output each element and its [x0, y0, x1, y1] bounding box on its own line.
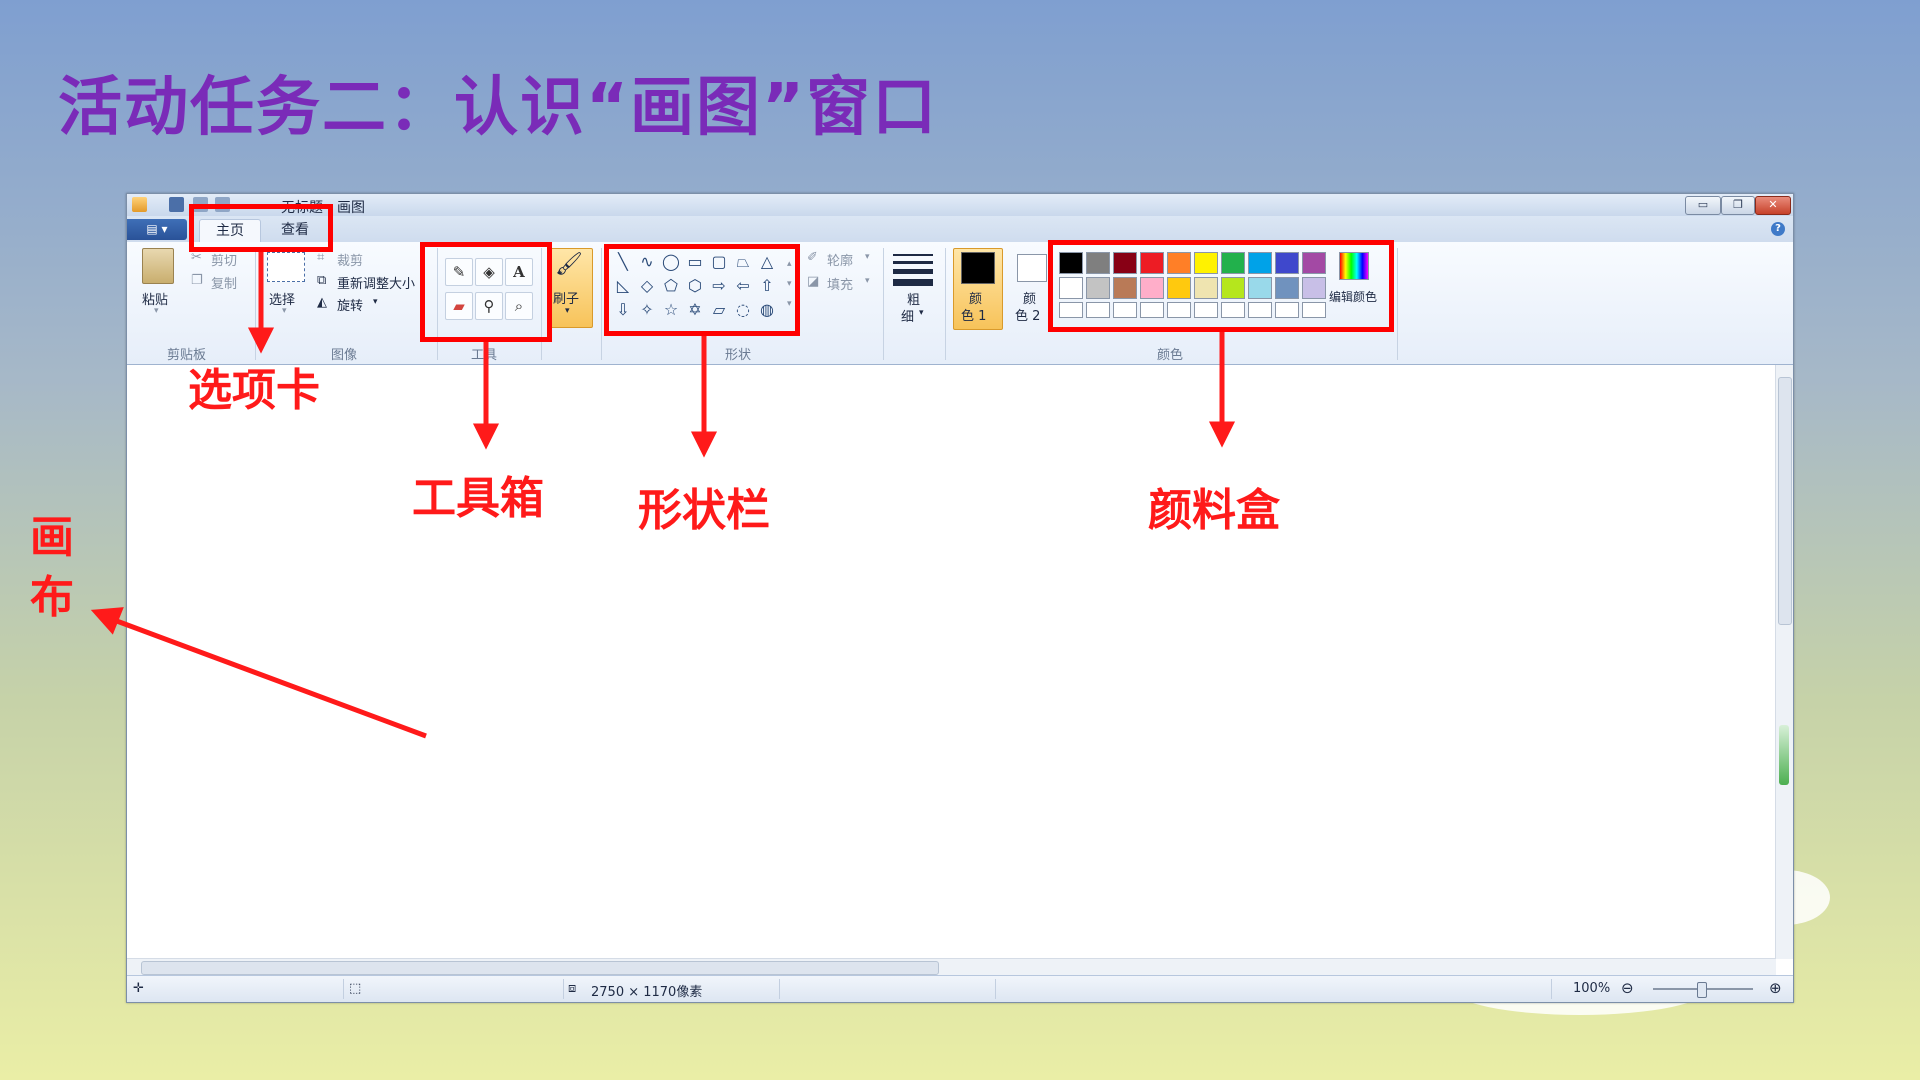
paint-window: 无标题 - 画图 ▭ ❐ ✕ ▤ ▾ 主页 查看 ? 粘贴 ▾ ✂ 剪切 ❐ 复…	[126, 193, 1794, 1003]
annotation-toolbox: 工具箱	[412, 473, 544, 524]
save-icon[interactable]	[169, 197, 184, 212]
canvas-size-icon: ⧈	[568, 981, 577, 996]
status-divider	[1551, 979, 1552, 999]
close-button[interactable]: ✕	[1755, 196, 1791, 215]
drawing-canvas[interactable]	[127, 365, 1793, 976]
copy-icon: ❐	[191, 273, 203, 288]
color1-label-line2: 色 1	[961, 309, 987, 324]
color2-label-line2: 色 2	[1015, 309, 1041, 324]
help-icon[interactable]: ?	[1771, 222, 1785, 236]
select-dropdown-icon[interactable]: ▾	[282, 306, 287, 316]
file-menu-button[interactable]: ▤ ▾	[127, 219, 187, 240]
restore-button[interactable]: ❐	[1721, 196, 1755, 215]
crop-icon: ⌗	[317, 250, 325, 265]
horizontal-scrollbar[interactable]	[127, 958, 1776, 976]
status-divider	[995, 979, 996, 999]
color1-swatch	[961, 252, 995, 284]
annotation-palette: 颜料盒	[1148, 485, 1280, 536]
paste-dropdown-icon[interactable]: ▾	[154, 306, 159, 316]
minimize-button[interactable]: ▭	[1685, 196, 1721, 215]
slide-title: 活动任务二：认识“画图”窗口	[58, 71, 939, 145]
group-separator	[1397, 248, 1398, 360]
size-label-line2: 细	[901, 310, 915, 325]
group-separator	[945, 248, 946, 360]
brushes-label: 刷子	[553, 292, 580, 307]
cut-button[interactable]: 剪切	[211, 250, 237, 269]
shapes-group-label: 形状	[725, 348, 752, 363]
crop-button[interactable]: 裁剪	[337, 250, 363, 269]
rotate-icon: ◭	[317, 295, 327, 310]
fill-icon: ◪	[807, 274, 820, 289]
fill-dropdown-icon[interactable]: ▾	[865, 276, 870, 286]
status-bar: ✛ ⬚ ⧈ 2750 × 1170像素 100% ⊖ ⊕	[127, 975, 1793, 1002]
group-separator	[255, 248, 256, 360]
zoom-slider-thumb[interactable]	[1697, 982, 1707, 998]
vertical-scrollbar[interactable]	[1775, 365, 1793, 959]
size-lines-icon	[893, 254, 933, 286]
brush-icon: 🖌	[555, 252, 583, 277]
canvas-dimensions: 2750 × 1170像素	[591, 985, 703, 1000]
shapes-highlight-box	[604, 244, 800, 336]
ribbon: 粘贴 ▾ ✂ 剪切 ❐ 复制 剪贴板 选择 ▾ ⌗ 裁剪 ⧉ 重新调整大小 ◭ …	[127, 242, 1793, 365]
status-divider	[343, 979, 344, 999]
zoom-slider-accent	[1779, 725, 1789, 785]
title-bar: 无标题 - 画图 ▭ ❐ ✕	[127, 194, 1793, 217]
paint-app-icon	[132, 197, 147, 212]
selection-size-icon: ⬚	[349, 981, 362, 996]
annotation-tabs: 选项卡	[188, 365, 320, 416]
color2-swatch[interactable]	[1017, 254, 1047, 282]
rotate-button[interactable]: 旋转	[337, 295, 363, 314]
annotation-canvas: 画布	[30, 512, 74, 623]
cursor-position-icon: ✛	[133, 981, 144, 996]
outline-icon: ✐	[807, 250, 818, 265]
size-dropdown-icon[interactable]: ▾	[919, 308, 924, 318]
tools-group-label: 工具	[471, 348, 498, 363]
status-divider	[779, 979, 780, 999]
zoom-level: 100%	[1573, 981, 1611, 996]
rotate-dropdown-icon[interactable]: ▾	[373, 297, 378, 307]
zoom-in-icon[interactable]: ⊕	[1769, 979, 1782, 997]
brushes-dropdown-icon[interactable]: ▾	[565, 306, 570, 316]
status-divider	[563, 979, 564, 999]
zoom-out-icon[interactable]: ⊖	[1621, 979, 1634, 997]
paste-icon[interactable]	[142, 248, 174, 284]
outline-dropdown-icon[interactable]: ▾	[865, 252, 870, 262]
resize-button[interactable]: 重新调整大小	[337, 273, 415, 292]
resize-icon: ⧉	[317, 273, 327, 288]
colors-group-label: 颜色	[1157, 348, 1184, 363]
cut-icon: ✂	[191, 250, 202, 265]
arrow-head	[90, 607, 124, 635]
annotation-shapes-bar: 形状栏	[638, 485, 770, 536]
ribbon-tabs: ▤ ▾ 主页 查看 ?	[127, 216, 1793, 243]
group-separator	[601, 248, 602, 360]
palette-highlight-box	[1048, 240, 1394, 332]
group-separator	[883, 248, 884, 360]
fill-button[interactable]: 填充	[827, 274, 853, 293]
copy-button[interactable]: 复制	[211, 273, 237, 292]
select-icon[interactable]	[267, 252, 305, 282]
image-group-label: 图像	[331, 348, 358, 363]
tabs-highlight-box	[189, 204, 333, 252]
outline-button[interactable]: 轮廓	[827, 250, 853, 269]
toolbox-highlight-box	[420, 242, 552, 342]
